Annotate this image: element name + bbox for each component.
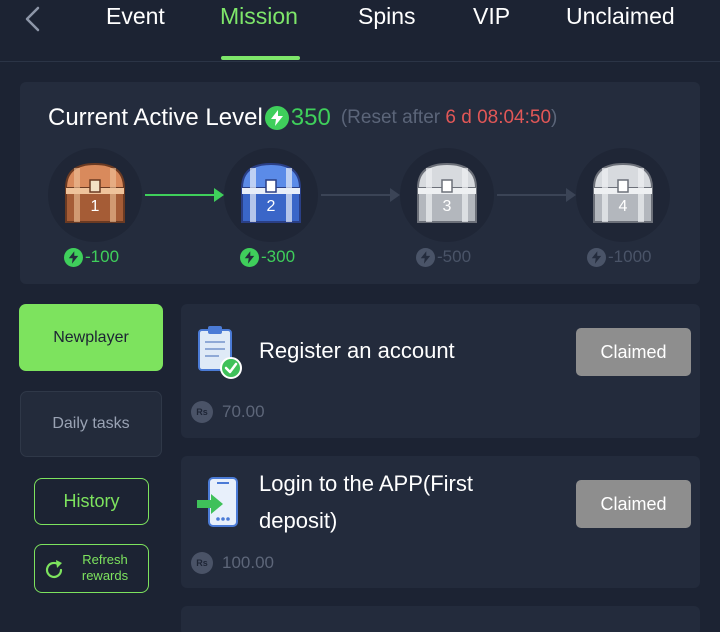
progress-arrow-head	[214, 188, 224, 202]
tab-mission[interactable]: Mission	[220, 3, 298, 30]
chest-cost-value: -500	[437, 247, 472, 266]
reset-countdown: (Reset after 6 d 08:04:50)	[341, 107, 558, 129]
back-button[interactable]	[18, 4, 48, 34]
level-header: Current Active Level 350 (Reset after 6 …	[48, 104, 557, 132]
progress-arrow-line	[497, 194, 567, 196]
refresh-label-line1: Refresh	[82, 552, 128, 567]
task-reward: Rs 70.00	[191, 401, 265, 423]
chest-level-1[interactable]: 1	[48, 148, 142, 242]
task-card-next	[181, 606, 700, 632]
chest-cost-2: -300	[240, 247, 295, 267]
task-title-line2: deposit)	[259, 508, 338, 533]
reward-amount: 70.00	[222, 402, 265, 421]
reward-amount: 100.00	[222, 553, 274, 572]
treasure-chest-icon	[416, 162, 478, 223]
tab-unclaimed[interactable]: Unclaimed	[566, 3, 675, 30]
treasure-chest-icon	[592, 162, 654, 223]
level-panel: Current Active Level 350 (Reset after 6 …	[20, 82, 700, 284]
refresh-label-line2: rewards	[81, 568, 129, 583]
top-nav: Event Mission Spins VIP Unclaimed	[0, 0, 720, 62]
claimed-button[interactable]: Claimed	[576, 480, 691, 528]
refresh-icon	[45, 560, 63, 579]
active-tab-indicator	[221, 56, 300, 60]
newplayer-button[interactable]: Newplayer	[19, 304, 163, 371]
task-reward: Rs 100.00	[191, 552, 274, 574]
refresh-rewards-label: Refresh rewards	[69, 552, 141, 584]
tab-spins[interactable]: Spins	[358, 3, 416, 30]
chevron-left-icon	[25, 6, 40, 32]
chest-number: 4	[618, 198, 628, 215]
chest-cost-1: -100	[64, 247, 119, 267]
task-title-line1: Login to the APP(First	[259, 471, 473, 496]
reset-time: 6 d 08:04:50	[445, 107, 552, 128]
reset-prefix: (Reset after	[340, 107, 446, 128]
chest-cost-value: -100	[85, 247, 120, 266]
treasure-chest-icon	[240, 162, 302, 223]
progress-arrow-head	[566, 188, 576, 202]
progress-arrow-head	[390, 188, 400, 202]
chest-cost-4: -1000	[587, 247, 651, 267]
chest-cost-3: -500	[416, 247, 471, 267]
reset-suffix: )	[551, 107, 558, 128]
clipboard-check-icon	[198, 326, 242, 379]
bolt-icon	[64, 247, 83, 267]
treasure-chest-icon	[64, 162, 126, 223]
refresh-rewards-button[interactable]: Refresh rewards	[34, 544, 149, 593]
rupee-coin-icon: Rs	[191, 401, 213, 423]
phone-login-icon	[197, 477, 238, 527]
task-card-login: Login to the APP(First deposit) Claimed …	[181, 456, 700, 588]
tab-vip[interactable]: VIP	[473, 3, 510, 30]
level-title: Current Active Level	[48, 104, 263, 131]
chest-level-3[interactable]: 3	[400, 148, 494, 242]
bolt-icon	[416, 247, 435, 267]
task-title: Register an account	[259, 338, 455, 363]
chest-number: 3	[442, 198, 452, 215]
claimed-button[interactable]: Claimed	[576, 328, 691, 376]
rupee-coin-icon: Rs	[191, 552, 213, 574]
chest-number: 2	[266, 198, 276, 215]
chest-cost-value: -1000	[608, 247, 652, 266]
progress-arrow-line	[321, 194, 391, 196]
chest-cost-value: -300	[261, 247, 296, 266]
chest-number: 1	[90, 198, 100, 215]
chest-level-4[interactable]: 4	[576, 148, 670, 242]
task-card-register: Register an account Claimed Rs 70.00	[181, 304, 700, 438]
history-button[interactable]: History	[34, 478, 149, 525]
chest-level-2[interactable]: 2	[224, 148, 318, 242]
bolt-icon	[264, 106, 289, 130]
task-title: Login to the APP(First deposit)	[259, 465, 473, 539]
progress-arrow-line	[145, 194, 215, 196]
bolt-icon	[587, 247, 606, 267]
level-points: 350	[290, 104, 331, 131]
tab-event[interactable]: Event	[106, 3, 165, 30]
bolt-icon	[240, 247, 259, 267]
daily-tasks-button[interactable]: Daily tasks	[20, 391, 162, 457]
